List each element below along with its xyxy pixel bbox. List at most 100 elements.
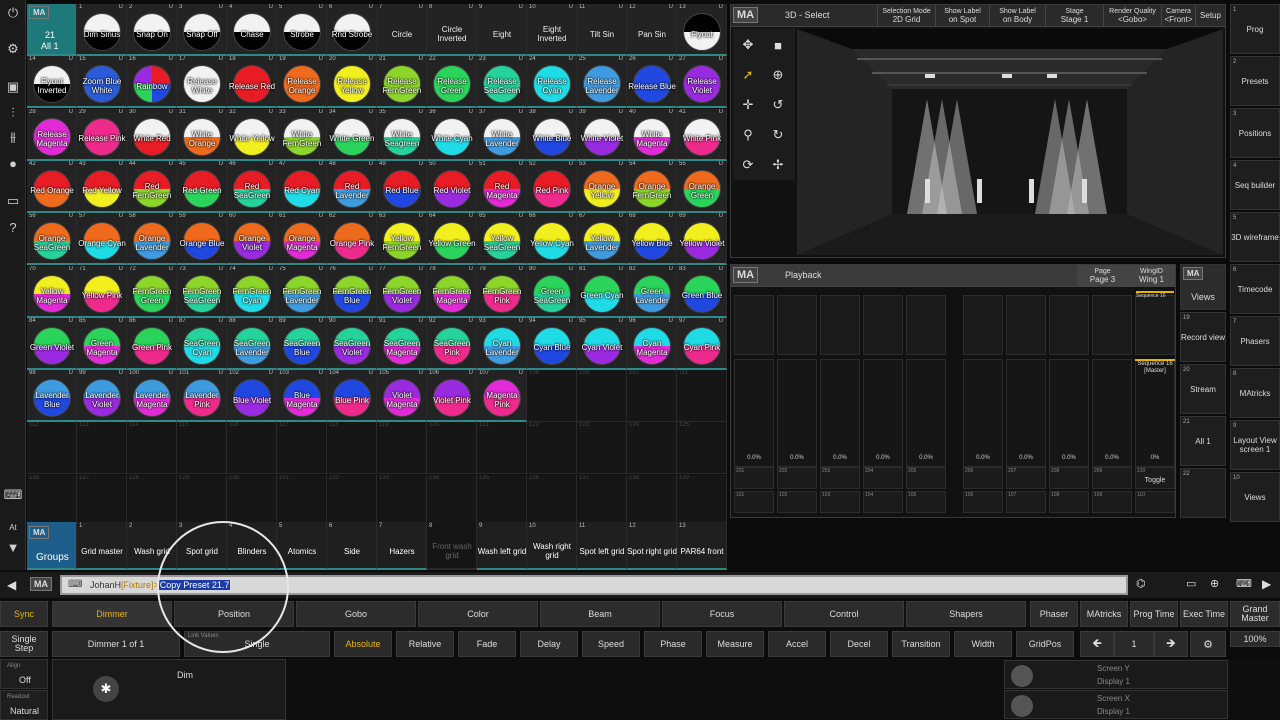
preset-cell[interactable]: 38 U White Blue [527, 108, 577, 161]
preset-cell[interactable]: 27 U Release Violet [677, 56, 727, 109]
preset-cell[interactable]: 23 U Release SeaGreen [477, 56, 527, 109]
executor-top[interactable] [1049, 295, 1089, 355]
executor-button[interactable]: 201 [734, 467, 774, 489]
network-icon[interactable]: ⌬ [1136, 577, 1146, 590]
attribute-button[interactable]: Dimmer 1 of 1 [52, 631, 180, 657]
feature-button[interactable]: Control [784, 601, 904, 627]
next-arrow-icon[interactable]: ▶ [1262, 577, 1271, 591]
preset-cell[interactable]: 33 U White FernGreen [277, 108, 327, 161]
preset-cell[interactable]: 64 U Yellow Green [427, 213, 477, 266]
preset-cell[interactable]: 105 U Violet Magenta [377, 370, 427, 423]
view-3d-option-button[interactable]: Show Label on Body [989, 5, 1045, 27]
feature-button[interactable]: Color [418, 601, 538, 627]
preset-cell[interactable]: 101 U Lavender Pink [177, 370, 227, 423]
filter-icon[interactable]: ▼ [0, 536, 26, 558]
preset-cell[interactable]: 55 U Orange Green [677, 160, 727, 213]
executor-button[interactable]: 209 [1092, 467, 1132, 489]
executor-button[interactable]: 109 [1092, 491, 1132, 513]
executor-button[interactable]: 107 [1006, 491, 1046, 513]
view-shortcut-button[interactable]: 2 Presets [1230, 56, 1280, 106]
step-prev-button[interactable]: 🡸 [1080, 631, 1114, 657]
executor-top[interactable] [820, 295, 860, 355]
empty-preset-cell[interactable]: 116 [227, 422, 277, 475]
preset-cell[interactable]: 36 U White Cyan [427, 108, 477, 161]
preset-cell[interactable]: 2 U Snap On [127, 4, 177, 56]
empty-preset-cell[interactable]: 127 [77, 474, 127, 527]
preset-cell[interactable]: 9 U Eight [477, 4, 527, 56]
attribute-button[interactable]: Accel [768, 631, 826, 657]
preset-cell[interactable]: 34 U White Green [327, 108, 377, 161]
preset-cell[interactable]: 93 U Cyan Lavender [477, 317, 527, 370]
preset-cell[interactable]: 10 U Eight Inverted [527, 4, 577, 56]
preset-cell[interactable]: 61 U Orange Magenta [277, 213, 327, 266]
group-cell[interactable]: 11 Spot left grid [577, 522, 627, 570]
preset-cell[interactable]: 75 U FernGreen Lavender [277, 265, 327, 318]
preset-cell[interactable]: 97 U Cyan Pink [677, 317, 727, 370]
preset-cell[interactable]: 25 U Release Lavender [577, 56, 627, 109]
screen-y-encoder[interactable]: Screen Y Display 1 [1004, 660, 1228, 689]
empty-preset-cell[interactable]: 120 [427, 422, 477, 475]
preset-cell[interactable]: 21 U Release FernGreen [377, 56, 427, 109]
executor-fader[interactable] [963, 359, 1003, 467]
view-3d-option-button[interactable]: Setup [1195, 5, 1225, 27]
preset-cell[interactable]: 40 U White Magenta [627, 108, 677, 161]
preset-cell[interactable]: 62 U Orange Pink [327, 213, 377, 266]
feature-button[interactable]: Phaser [1030, 601, 1078, 627]
stage-viewport[interactable] [797, 29, 1223, 255]
preset-cell[interactable]: 69 U Yellow Violet [677, 213, 727, 266]
pool-header[interactable]: MA 21 All 1 [27, 4, 77, 56]
power-icon[interactable]: ⏻ [0, 2, 26, 24]
group-cell[interactable]: 7 Hazers [377, 522, 427, 570]
view-shortcut-button[interactable]: 7 Phasers [1230, 316, 1280, 366]
preset-cell[interactable]: 92 U SeaGreen Pink [427, 317, 477, 370]
center-icon[interactable]: ✢ [763, 150, 793, 180]
preset-cell[interactable]: 50 U Red Violet [427, 160, 477, 213]
executor-fader[interactable] [863, 359, 903, 467]
preset-cell[interactable]: 20 U Release Yellow [327, 56, 377, 109]
preset-cell[interactable]: 15 U Zoom Blue White [77, 56, 127, 109]
preset-cell[interactable]: 90 U SeaGreen Violet [327, 317, 377, 370]
executor-top[interactable] [1135, 295, 1175, 355]
preset-cell[interactable]: 11 U Tilt Sin [577, 4, 627, 56]
prev-arrow-icon[interactable]: ◀ [7, 578, 16, 592]
preset-cell[interactable]: 26 U Release Blue [627, 56, 677, 109]
view-shortcut-button[interactable]: 6 Timecode [1230, 264, 1280, 314]
executor-top[interactable] [1006, 295, 1046, 355]
groups-header[interactable]: MA Groups [27, 522, 77, 570]
executor-fader[interactable] [906, 359, 946, 467]
empty-preset-cell[interactable]: 112 [27, 422, 77, 475]
executor-button[interactable]: 102 [777, 491, 817, 513]
empty-preset-cell[interactable]: 110 [627, 370, 677, 423]
preset-cell[interactable]: 24 U Release Cyan [527, 56, 577, 109]
crosshair-icon[interactable]: ⊕ [763, 60, 793, 90]
feature-button[interactable]: Shapers [906, 601, 1026, 627]
preset-cell[interactable]: 100 U Lavender Magenta [127, 370, 177, 423]
attribute-button[interactable]: Measure [706, 631, 764, 657]
preset-cell[interactable]: 47 U Red Cyan [277, 160, 327, 213]
preset-cell[interactable]: 1 U Dim Sinus [77, 4, 127, 56]
feature-button[interactable]: Grand Master [1230, 601, 1280, 627]
feature-button[interactable]: Prog Time [1130, 601, 1178, 627]
empty-preset-cell[interactable]: 126 [27, 474, 77, 527]
preset-cell[interactable]: 35 U White Seagreen [377, 108, 427, 161]
preset-cell[interactable]: 67 U Yellow Lavender [577, 213, 627, 266]
view-3d-option-button[interactable]: Selection Mode 2D Grid [877, 5, 935, 27]
preset-cell[interactable]: 66 U Yellow Cyan [527, 213, 577, 266]
preset-cell[interactable]: 3 U Snap Off [177, 4, 227, 56]
attribute-button[interactable]: Absolute [334, 631, 392, 657]
dim-encoder[interactable]: ✱ Dim [52, 659, 286, 720]
executor-button[interactable]: 204 [863, 467, 903, 489]
gear-icon[interactable]: ⚙ [0, 38, 26, 60]
zoom-icon[interactable]: ⚲ [733, 120, 763, 150]
preset-cell[interactable]: 28 U Release Magenta [27, 108, 77, 161]
view-3d-option-button[interactable]: Camera <Front> [1161, 5, 1195, 27]
preset-cell[interactable]: 79 U FernGreen Pink [477, 265, 527, 318]
empty-preset-cell[interactable]: 138 [627, 474, 677, 527]
preset-cell[interactable]: 91 U SeaGreen Magenta [377, 317, 427, 370]
preset-cell[interactable]: 88 U SeaGreen Lavender [227, 317, 277, 370]
preset-cell[interactable]: 52 U Red Pink [527, 160, 577, 213]
executor-button[interactable]: 205 [906, 467, 946, 489]
preset-cell[interactable]: 89 U SeaGreen Blue [277, 317, 327, 370]
select-arrow-icon[interactable]: ➚ [733, 60, 763, 90]
executor-top[interactable] [906, 295, 946, 355]
